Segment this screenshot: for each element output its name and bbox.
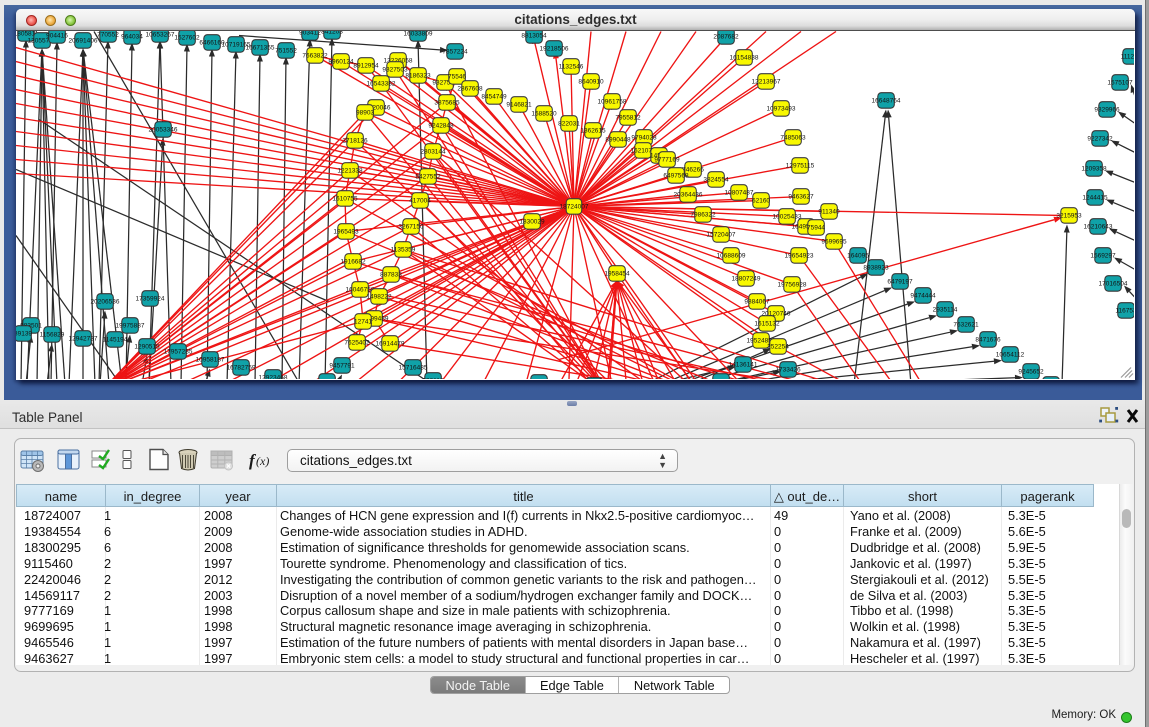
- svg-text:(x): (x): [256, 454, 269, 468]
